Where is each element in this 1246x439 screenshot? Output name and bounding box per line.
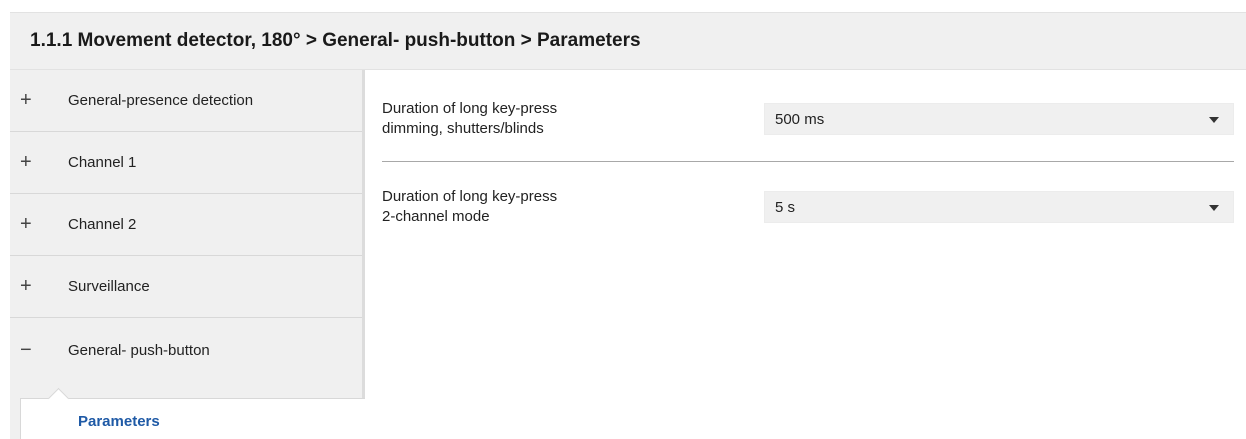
select-value: 5 s xyxy=(775,199,796,216)
sidebar-item-label: Channel 2 xyxy=(68,216,137,233)
long-press-dimming-select[interactable]: 500 ms xyxy=(764,103,1234,135)
parameter-window: 1.1.1 Movement detector, 180° > General-… xyxy=(0,0,1246,439)
param-row-long-press-dimming: Duration of long key-press dimming, shut… xyxy=(382,99,1234,169)
sidebar-subitem-parameters[interactable]: Parameters xyxy=(20,387,365,439)
sidebar-item-general-presence-detection[interactable]: + General-presence detection xyxy=(10,70,362,132)
sidebar-item-label: Channel 1 xyxy=(68,154,137,171)
sidebar-item-surveillance[interactable]: + Surveillance xyxy=(10,256,362,318)
sidebar-subitem-label: Parameters xyxy=(78,413,160,430)
sidebar-item-channel-1[interactable]: + Channel 1 xyxy=(10,132,362,194)
plus-icon[interactable]: + xyxy=(20,89,54,112)
sidebar-item-channel-2[interactable]: + Channel 2 xyxy=(10,194,362,256)
sidebar-item-label: Surveillance xyxy=(68,278,150,295)
sidebar-item-label: General-presence detection xyxy=(68,92,254,109)
param-label-line: Duration of long key-press xyxy=(382,188,558,205)
chevron-down-icon[interactable] xyxy=(1209,117,1219,123)
sidebar-item-label: General- push-button xyxy=(68,341,210,359)
row-divider xyxy=(382,161,1234,162)
param-label-line: Duration of long key-press xyxy=(382,100,558,117)
param-label: Duration of long key-press 2-channel mod… xyxy=(382,187,712,227)
plus-icon[interactable]: + xyxy=(20,151,54,174)
minus-icon[interactable]: − xyxy=(20,339,54,362)
select-value: 500 ms xyxy=(775,111,825,128)
sidebar-item-general-push-button[interactable]: − General- push-button xyxy=(10,318,362,398)
sidebar: + General-presence detection + Channel 1… xyxy=(10,70,362,439)
plus-icon[interactable]: + xyxy=(20,213,54,236)
sidebar-divider xyxy=(362,70,365,398)
breadcrumb: 1.1.1 Movement detector, 180° > General-… xyxy=(30,30,641,51)
param-label: Duration of long key-press dimming, shut… xyxy=(382,99,712,139)
param-row-long-press-2-channel: Duration of long key-press 2-channel mod… xyxy=(382,187,1234,237)
breadcrumb-header: 1.1.1 Movement detector, 180° > General-… xyxy=(10,12,1246,70)
plus-icon[interactable]: + xyxy=(20,275,54,298)
chevron-down-icon[interactable] xyxy=(1209,205,1219,211)
long-press-2-channel-select[interactable]: 5 s xyxy=(764,191,1234,223)
param-label-line: dimming, shutters/blinds xyxy=(382,120,544,137)
param-label-line: 2-channel mode xyxy=(382,208,490,225)
